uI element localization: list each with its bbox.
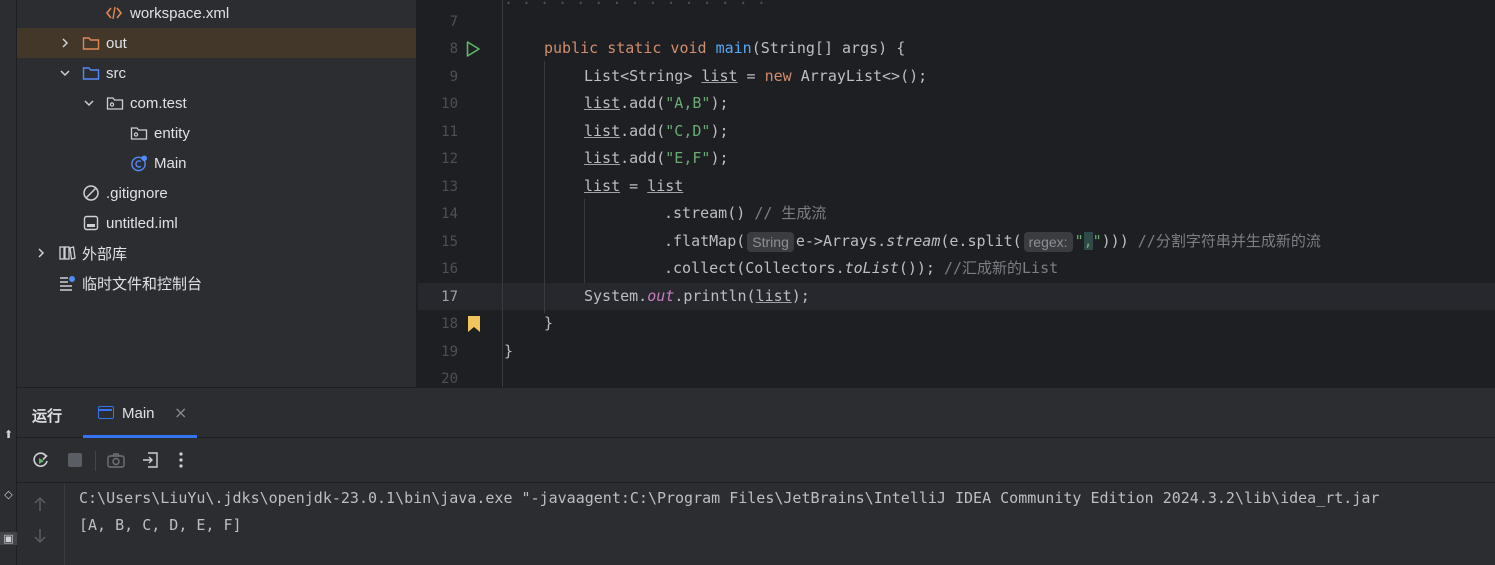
line-number: 17: [441, 289, 458, 305]
console-line: [A, B, C, D, E, F]: [79, 516, 242, 534]
code-line-6: . . . . . . . . . . . . . . .: [504, 0, 766, 13]
indent-guide: [502, 0, 503, 387]
run-tab-bar: 运行 Main ×: [17, 388, 1495, 438]
chevron-down-icon[interactable]: [82, 96, 96, 110]
line-number: 15: [441, 234, 458, 250]
tree-item-label: 临时文件和控制台: [82, 275, 203, 293]
line-number: 11: [441, 124, 458, 140]
line-number: 14: [441, 206, 458, 222]
source-folder-icon: [82, 64, 100, 82]
camera-icon[interactable]: [105, 449, 127, 471]
package-icon: [130, 124, 148, 142]
tree-item-untitled-iml[interactable]: untitled.iml: [17, 208, 416, 238]
tree-item-label: untitled.iml: [106, 214, 178, 232]
console-side-toolbar: [17, 483, 65, 565]
tool-icon-b[interactable]: ◇: [0, 488, 17, 501]
tab-main[interactable]: Main ×: [83, 388, 197, 438]
tree-item-workspace-xml[interactable]: workspace.xml: [17, 0, 416, 28]
code-line-11: list.add("C,D");: [584, 122, 729, 140]
tree-item-label: com.test: [130, 94, 187, 112]
code-line-19: }: [504, 342, 514, 360]
current-line-highlight: [418, 283, 1495, 310]
tab-label: Main: [122, 405, 155, 422]
tree-item-label: out: [106, 34, 127, 52]
toolbar-separator: [95, 451, 96, 471]
ignore-file-icon: [82, 184, 100, 202]
exit-icon[interactable]: [139, 449, 161, 471]
tree-item-src[interactable]: src: [17, 58, 416, 88]
tree-item-label: src: [106, 64, 126, 82]
parameter-hint-regex: regex:: [1023, 231, 1073, 252]
chevron-right-icon[interactable]: [58, 36, 72, 50]
close-icon[interactable]: ×: [174, 403, 187, 422]
java-class-run-icon: [130, 154, 148, 172]
tree-item-com-test[interactable]: com.test: [17, 88, 416, 118]
tree-item-external-libraries[interactable]: 外部库: [17, 238, 416, 268]
run-gutter-icon[interactable]: [465, 40, 481, 58]
line-number: 20: [441, 371, 458, 387]
line-number: 16: [441, 261, 458, 277]
code-line-10: list.add("A,B");: [584, 94, 729, 112]
package-icon: [106, 94, 124, 112]
module-file-icon: [82, 214, 100, 232]
xml-file-icon: [105, 4, 123, 22]
line-number: 8: [449, 41, 458, 57]
tree-item-scratches[interactable]: 临时文件和控制台: [17, 268, 416, 298]
run-toolbar: [17, 439, 1495, 483]
parameter-hint-type: String: [747, 231, 794, 252]
line-number: 18: [441, 316, 458, 332]
line-number: 7: [449, 14, 458, 30]
arrow-down-icon[interactable]: [32, 527, 48, 549]
tree-item-gitignore[interactable]: .gitignore: [17, 178, 416, 208]
code-line-13: list = list: [584, 177, 684, 195]
line-number: 9: [449, 69, 458, 85]
indent-guide: [584, 199, 585, 283]
indent-guide: [544, 61, 545, 313]
bookmark-icon[interactable]: [467, 315, 481, 333]
console-output[interactable]: C:\Users\LiuYu\.jdks\openjdk-23.0.1\bin\…: [79, 483, 1495, 565]
tool-icon-a[interactable]: ⬆: [0, 428, 17, 441]
console-line: C:\Users\LiuYu\.jdks\openjdk-23.0.1\bin\…: [79, 489, 1380, 507]
code-line-16: .collect(Collectors.toList()); //汇成新的Lis…: [664, 259, 1059, 277]
line-number: 12: [441, 151, 458, 167]
arrow-up-icon[interactable]: [32, 495, 48, 517]
tree-item-label: workspace.xml: [130, 4, 230, 22]
tree-item-label: .gitignore: [106, 184, 168, 202]
code-line-17: System.out.println(list);: [584, 287, 810, 305]
chevron-down-icon[interactable]: [58, 66, 72, 80]
line-number: 13: [441, 179, 458, 195]
project-tool-window: workspace.xml out src com.test entity Ma…: [17, 0, 417, 387]
code-line-18: }: [544, 314, 554, 332]
code-line-8: public static void main(String[] args) {: [544, 39, 906, 57]
console-window-icon: [98, 406, 114, 419]
left-tool-strip: ⬆ ◇ ▣: [0, 0, 17, 565]
chevron-right-icon[interactable]: [34, 246, 48, 260]
tool-icon-c[interactable]: ▣: [0, 532, 17, 545]
stop-icon[interactable]: [64, 449, 86, 471]
code-line-12: list.add("E,F");: [584, 149, 729, 167]
folder-icon: [82, 34, 100, 52]
code-editor[interactable]: . . . . . . . . . . . . . . . 7 8 9 10 1…: [418, 0, 1495, 387]
code-line-9: List<String> list = new ArrayList<>();: [584, 67, 928, 85]
rerun-icon[interactable]: [30, 449, 52, 471]
run-tool-window: 运行 Main × C:\Users\LiuYu\.jdks\openjdk-2…: [17, 387, 1495, 565]
run-panel-title: 运行: [32, 408, 63, 425]
tree-item-label: entity: [154, 124, 190, 142]
tree-item-label: 外部库: [82, 245, 128, 263]
library-icon: [58, 244, 76, 262]
tree-item-out[interactable]: out: [17, 28, 416, 58]
tree-item-label: Main: [154, 154, 187, 172]
scratches-icon: [58, 274, 76, 292]
line-number: 10: [441, 96, 458, 112]
code-line-14: .stream() // 生成流: [664, 204, 827, 222]
tree-item-entity[interactable]: entity: [17, 118, 416, 148]
code-line-15: .flatMap(String e->Arrays.stream(e.split(…: [664, 231, 1321, 252]
tree-item-main[interactable]: Main: [17, 148, 416, 178]
more-icon[interactable]: [170, 449, 192, 471]
line-number: 19: [441, 344, 458, 360]
